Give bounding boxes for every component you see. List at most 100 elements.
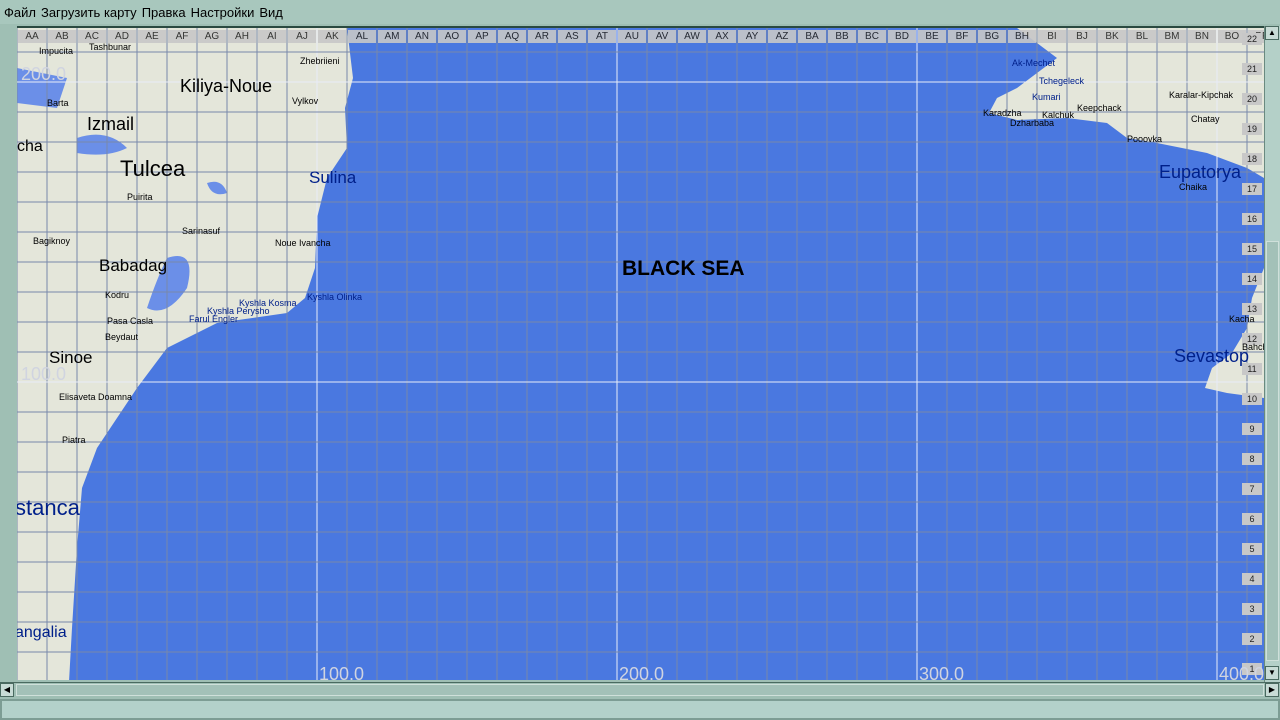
column-header: AA bbox=[18, 30, 46, 43]
row-header: 3 bbox=[1242, 603, 1262, 615]
column-header: AY bbox=[738, 30, 766, 43]
column-header: AZ bbox=[768, 30, 796, 43]
row-header: 4 bbox=[1242, 573, 1262, 585]
column-header: AR bbox=[528, 30, 556, 43]
column-header: BB bbox=[828, 30, 856, 43]
place-label: Karadzha bbox=[983, 108, 1022, 118]
place-label: Chatay bbox=[1191, 114, 1220, 124]
column-header: AG bbox=[198, 30, 226, 43]
place-label: cha bbox=[17, 138, 43, 155]
menu-file[interactable]: Файл bbox=[4, 5, 36, 20]
column-header: BN bbox=[1188, 30, 1216, 43]
column-header: BE bbox=[918, 30, 946, 43]
column-header: AK bbox=[318, 30, 346, 43]
place-label: Kacha bbox=[1229, 314, 1255, 324]
vertical-scrollbar[interactable]: ▲ ▼ bbox=[1264, 26, 1280, 682]
menu-settings[interactable]: Настройки bbox=[191, 5, 255, 20]
place-label: Keepchack bbox=[1077, 103, 1122, 113]
column-header: AE bbox=[138, 30, 166, 43]
x-axis-label: 400.0 bbox=[1219, 664, 1264, 680]
column-header: AH bbox=[228, 30, 256, 43]
row-header: 2 bbox=[1242, 633, 1262, 645]
y-axis-label: 200.0 bbox=[21, 64, 67, 84]
place-label: Chaika bbox=[1179, 182, 1208, 192]
vertical-scroll-thumb[interactable] bbox=[1266, 241, 1279, 661]
row-header: 20 bbox=[1242, 93, 1262, 105]
sea-label: BLACK SEA bbox=[622, 257, 745, 280]
row-header: 9 bbox=[1242, 423, 1262, 435]
place-label: Babadag bbox=[99, 256, 168, 275]
column-header: BG bbox=[978, 30, 1006, 43]
column-header: AP bbox=[468, 30, 496, 43]
column-header: AX bbox=[708, 30, 736, 43]
scroll-up-button[interactable]: ▲ bbox=[1265, 26, 1279, 40]
column-header: AO bbox=[438, 30, 466, 43]
place-label: Ak-Mechet bbox=[1012, 58, 1056, 68]
place-label: Barta bbox=[47, 98, 69, 108]
place-label: Tchegeleck bbox=[1039, 76, 1085, 86]
column-header: AJ bbox=[288, 30, 316, 43]
row-header: 6 bbox=[1242, 513, 1262, 525]
menu-view[interactable]: Вид bbox=[259, 5, 283, 20]
place-label: Eupatorya bbox=[1159, 162, 1242, 182]
place-label: Sulina bbox=[309, 168, 357, 187]
place-label: Kyshla Olinka bbox=[307, 292, 363, 302]
scroll-down-button[interactable]: ▼ bbox=[1265, 666, 1279, 680]
column-header: AQ bbox=[498, 30, 526, 43]
place-label: Pasa Casla bbox=[107, 316, 154, 326]
place-label: Piatra bbox=[62, 435, 86, 445]
column-header: BL bbox=[1128, 30, 1156, 43]
row-header: 18 bbox=[1242, 153, 1262, 165]
place-label: Bahche bbox=[1242, 342, 1264, 352]
map-canvas bbox=[17, 28, 1264, 680]
place-label: Izmail bbox=[87, 114, 135, 134]
place-label: Dzharbaba bbox=[1010, 118, 1055, 128]
place-label: Kiliya-Noue bbox=[180, 76, 273, 96]
column-header: BH bbox=[1008, 30, 1036, 43]
column-header: AL bbox=[348, 30, 376, 43]
place-label: Sarinasuf bbox=[182, 226, 221, 236]
column-header: AN bbox=[408, 30, 436, 43]
row-header: 17 bbox=[1242, 183, 1262, 195]
column-header: AS bbox=[558, 30, 586, 43]
place-label: Tulcea bbox=[120, 156, 186, 181]
place-label: Kumari bbox=[1032, 92, 1061, 102]
row-header: 16 bbox=[1242, 213, 1262, 225]
column-header: BA bbox=[798, 30, 826, 43]
place-label: Impucita bbox=[39, 46, 74, 56]
place-label: angalia bbox=[17, 624, 67, 641]
menu-bar: Файл Загрузить карту Правка Настройки Ви… bbox=[0, 0, 1280, 24]
row-header: 14 bbox=[1242, 273, 1262, 285]
status-bar bbox=[0, 699, 1280, 720]
menu-load-map[interactable]: Загрузить карту bbox=[41, 5, 137, 20]
place-label: stanca bbox=[17, 495, 80, 520]
map-view[interactable]: AA AB AC AD AE AF AG AH AI AJ AK AL AM AN AO AP AQ AR AS AT… bbox=[17, 26, 1264, 680]
horizontal-scrollbar[interactable]: ◀ ▶ bbox=[0, 682, 1280, 697]
scroll-left-button[interactable]: ◀ bbox=[0, 683, 14, 697]
column-header: AF bbox=[168, 30, 196, 43]
column-header: AU bbox=[618, 30, 646, 43]
place-label: Noue Ivancha bbox=[275, 238, 331, 248]
place-label: Puirita bbox=[127, 192, 153, 202]
column-header: AW bbox=[678, 30, 706, 43]
place-label: Sinoe bbox=[49, 348, 93, 367]
column-header: AT bbox=[588, 30, 616, 43]
column-header: AM bbox=[378, 30, 406, 43]
column-header: AV bbox=[648, 30, 676, 43]
horizontal-scroll-thumb[interactable] bbox=[16, 684, 1264, 696]
place-label: Elisaveta Doamna bbox=[59, 392, 133, 402]
row-header: 10 bbox=[1242, 393, 1262, 405]
place-label: Zhebriieni bbox=[300, 56, 340, 66]
x-axis-label: 300.0 bbox=[919, 664, 965, 680]
menu-edit[interactable]: Правка bbox=[142, 5, 186, 20]
row-header: 8 bbox=[1242, 453, 1262, 465]
place-label: Vylkov bbox=[292, 96, 319, 106]
column-header: BK bbox=[1098, 30, 1126, 43]
column-header: BJ bbox=[1068, 30, 1096, 43]
row-header: 19 bbox=[1242, 123, 1262, 135]
scroll-right-button[interactable]: ▶ bbox=[1265, 683, 1279, 697]
place-label: Pooovka bbox=[1127, 134, 1163, 144]
place-label: Bagiknoy bbox=[33, 236, 71, 246]
row-header: 22 bbox=[1242, 33, 1262, 45]
place-label: Tashbunar bbox=[89, 42, 132, 52]
